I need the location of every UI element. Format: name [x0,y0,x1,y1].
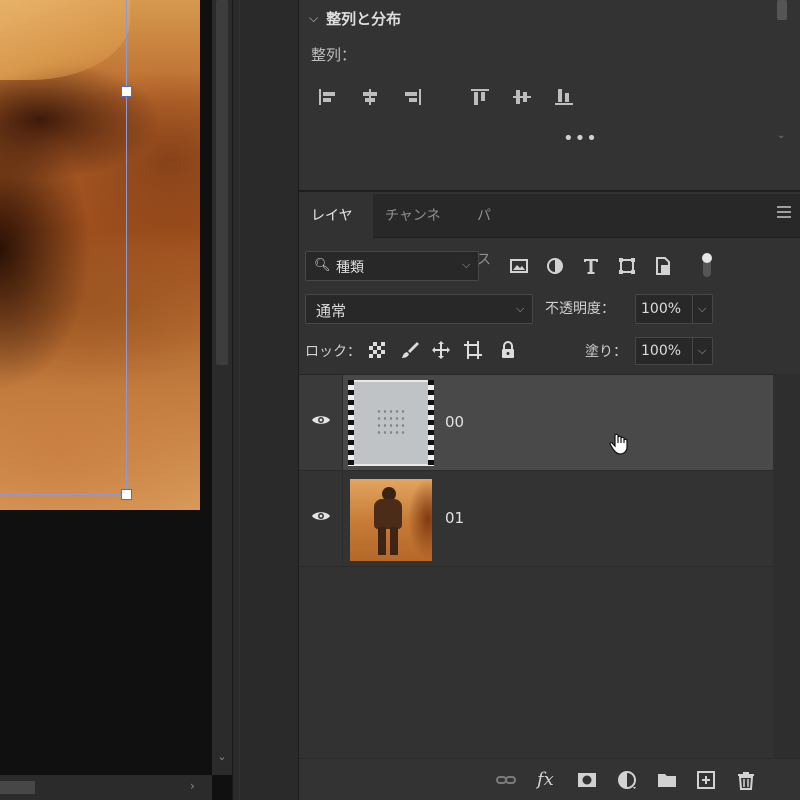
layer-row-01[interactable]: 01 [299,471,773,567]
blend-mode-value: 通常 [316,302,347,320]
lock-transparent-pixels-icon[interactable] [367,340,387,360]
align-section-scrollbar[interactable]: ⌄ [775,0,789,190]
opacity-label: 不透明度： [545,301,615,317]
scroll-down-arrow-icon[interactable]: ⌄ [777,130,785,141]
panel-dock-gutter [232,0,298,800]
pixel-layer-filter-icon[interactable] [508,255,530,277]
lock-image-pixels-icon[interactable] [400,340,420,360]
eye-icon[interactable] [311,509,331,523]
transform-bounding-box[interactable] [0,0,127,495]
new-adjustment-layer-icon[interactable] [616,769,638,791]
chevron-down-icon: ⌵ [698,344,707,357]
add-mask-icon[interactable] [576,769,598,791]
fx-label: fx [537,769,554,790]
blend-mode-dropdown[interactable]: 通常 ⌵ [305,294,533,324]
align-buttons [317,86,595,108]
fill-value[interactable]: 100% [641,343,681,359]
canvas-vertical-scroll-thumb[interactable] [216,0,228,365]
search-icon: 🔍︎ [314,258,331,273]
layers-panel-tabs: レイヤー チャンネル パス [299,194,800,268]
chevron-down-icon: ⌵ [462,258,471,271]
tab-paths[interactable]: パス [465,194,515,268]
visibility-toggle[interactable] [299,375,343,470]
right-panel-dock: ⌵ 整列と分布 整列： ••• ⌄ レイヤ チャンネ パス 🔍︎ 種類 ⌵ 通常… [298,0,800,800]
layer-thumbnail-00[interactable] [348,380,434,466]
align-section-title: 整列と分布 [326,10,402,28]
align-horizontal-centers-icon[interactable] [359,86,381,108]
astronaut-legs [378,527,398,555]
opacity-field[interactable]: 100% ⌵ [635,294,713,324]
layers-list: 00 01 [299,374,773,758]
layer-filter-dropdown[interactable]: 🔍︎ 種類 ⌵ [305,251,479,281]
align-right-edges-icon[interactable] [401,86,423,108]
tab-layers[interactable]: レイヤー [299,194,373,268]
lock-position-icon[interactable] [431,340,451,360]
align-label: 整列： [311,46,357,64]
new-layer-icon[interactable] [695,769,717,791]
new-group-icon[interactable] [656,769,678,791]
selection-marquee-right [428,380,434,466]
opacity-value[interactable]: 100% [641,301,681,317]
type-layer-filter-icon[interactable] [580,255,602,277]
transform-handle-bottom-right[interactable] [121,489,132,500]
astronaut-body [374,499,402,529]
layer-filter-label: 種類 [336,260,364,276]
scroll-right-arrow-icon[interactable]: › [190,779,195,793]
layers-scrollbar[interactable] [773,374,800,758]
align-section-scroll-thumb[interactable] [777,0,787,20]
tab-channels[interactable]: チャンネル [373,194,465,268]
layer-row-00[interactable]: 00 [299,375,773,471]
eye-icon[interactable] [311,413,331,427]
fill-label: 塗り： [585,344,627,360]
scroll-down-arrow-icon[interactable]: ⌄ [216,750,228,764]
shape-layer-filter-icon[interactable] [616,255,638,277]
align-distribute-section: ⌵ 整列と分布 整列： ••• ⌄ [299,0,800,192]
visibility-toggle[interactable] [299,471,343,566]
lock-artboard-icon[interactable] [463,340,483,360]
align-bottom-edges-icon[interactable] [553,86,575,108]
lock-label: ロック： [305,344,361,360]
chevron-down-icon: ⌵ [516,302,525,315]
hand-cursor-icon [609,433,629,455]
fill-slider-toggle[interactable]: ⌵ [692,338,712,364]
document-canvas[interactable]: ⌄ › [0,0,232,800]
canvas-horizontal-scrollbar[interactable]: › [0,775,212,800]
layer-thumbnail-01[interactable] [350,479,432,561]
layer-name[interactable]: 01 [445,509,464,527]
align-left-edges-icon[interactable] [317,86,339,108]
canvas-vertical-scrollbar[interactable]: ⌄ [212,0,232,775]
align-top-edges-icon[interactable] [469,86,491,108]
layer-name[interactable]: 00 [445,413,464,431]
thumbnail-noise-pattern [376,408,406,436]
opacity-slider-toggle[interactable]: ⌵ [692,295,712,323]
layer-style-fx-icon[interactable]: fx [537,769,559,791]
smart-object-filter-icon[interactable] [652,255,674,277]
align-vertical-centers-icon[interactable] [511,86,533,108]
chevron-down-icon: ⌵ [698,302,707,315]
canvas-horizontal-scroll-thumb[interactable] [0,781,35,794]
fill-field[interactable]: 100% ⌵ [635,337,713,365]
lock-all-icon[interactable] [498,340,518,360]
layers-bottom-toolbar: fx [299,758,800,800]
adjustment-layer-filter-icon[interactable] [544,255,566,277]
chevron-down-icon[interactable]: ⌵ [309,11,318,26]
transform-handle-middle-right[interactable] [121,86,132,97]
trash-icon[interactable] [735,769,757,791]
filter-toggle-icon[interactable] [700,251,714,279]
panel-menu-icon[interactable] [777,206,791,221]
more-options-button[interactable]: ••• [563,128,598,149]
selection-marquee-left [348,380,354,466]
link-layers-icon[interactable] [495,769,517,791]
align-section-header[interactable]: ⌵ 整列と分布 [309,8,401,29]
